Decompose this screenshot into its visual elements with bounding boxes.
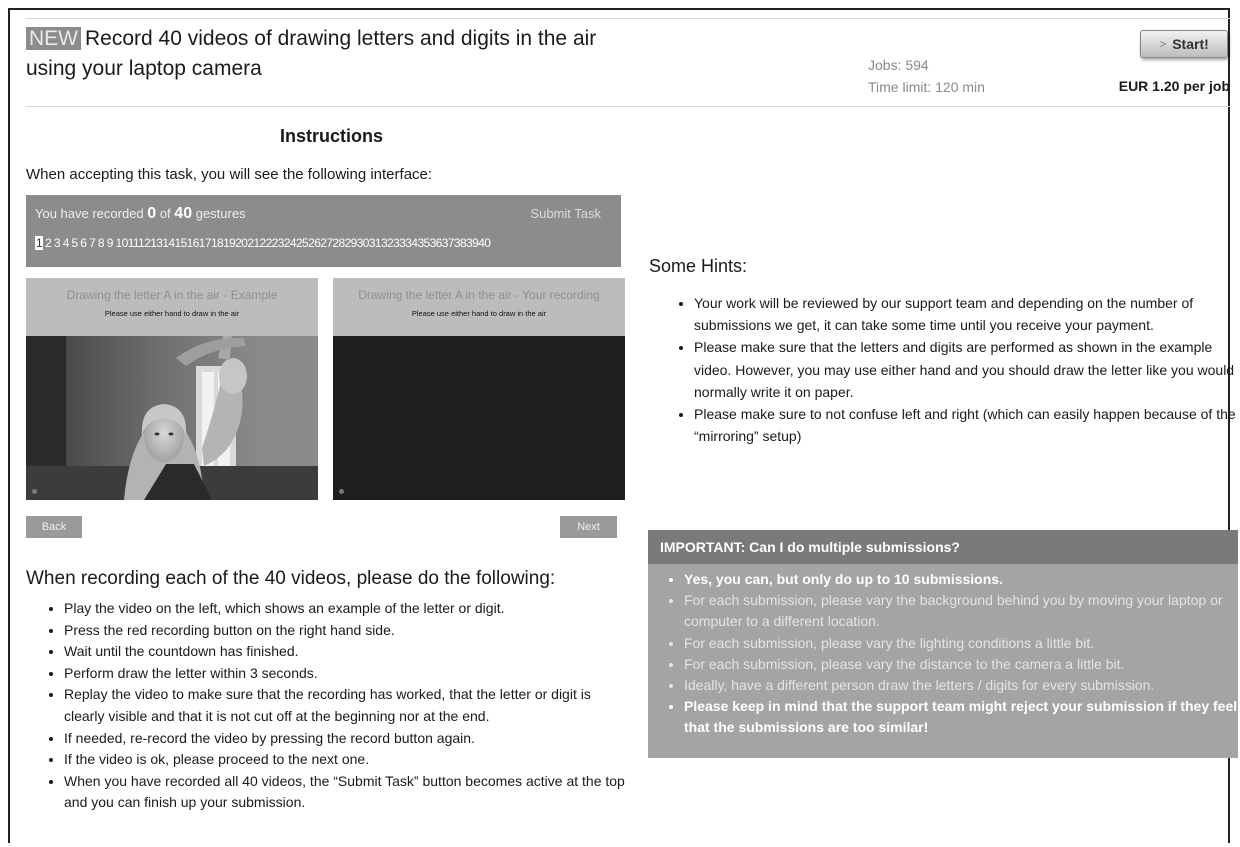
list-item: When you have recorded all 40 videos, th… bbox=[64, 771, 634, 814]
back-button[interactable]: Back bbox=[26, 516, 82, 538]
recording-panel-subtitle: Please use either hand to draw in the ai… bbox=[411, 309, 547, 318]
list-item: For each submission, please vary the lig… bbox=[684, 633, 1240, 654]
list-item: Perform draw the letter within 3 seconds… bbox=[64, 663, 634, 685]
task-meta: Jobs: 594 Time limit: 120 min bbox=[868, 54, 985, 98]
list-item: If the video is ok, please proceed to th… bbox=[64, 749, 634, 771]
start-button-label: Start! bbox=[1172, 36, 1209, 52]
hints-list: Your work will be reviewed by our suppor… bbox=[674, 292, 1240, 447]
recording-video-panel: Drawing the letter A in the air - Your r… bbox=[333, 278, 625, 500]
list-item: Press the red recording button on the ri… bbox=[64, 620, 634, 642]
count-suffix: gestures bbox=[195, 206, 246, 221]
list-item: Play the video on the left, which shows … bbox=[64, 598, 634, 620]
example-video-frame bbox=[26, 336, 318, 500]
count-value: 0 bbox=[147, 205, 157, 222]
recording-heading: When recording each of the 40 videos, pl… bbox=[26, 568, 556, 589]
gesture-progress-bar: You have recorded 0 of 40 gestures Submi… bbox=[26, 195, 621, 267]
record-indicator-icon bbox=[339, 489, 344, 494]
example-panel-title: Drawing the letter A in the air - Exampl… bbox=[66, 288, 278, 302]
new-badge: NEW bbox=[26, 27, 81, 50]
top-divider bbox=[26, 18, 1230, 19]
gesture-count: You have recorded 0 of 40 gestures bbox=[35, 205, 246, 223]
recording-panel-title: Drawing the letter A in the air - Your r… bbox=[358, 288, 600, 302]
list-item: Please keep in mind that the support tea… bbox=[684, 696, 1240, 738]
gesture-number-list[interactable]: 12 3 4 5 6 7 8 9 10111213141516171819202… bbox=[35, 236, 491, 250]
example-panel-subtitle: Please use either hand to draw in the ai… bbox=[104, 309, 240, 318]
count-prefix: You have recorded bbox=[35, 206, 144, 221]
recording-steps: Play the video on the left, which shows … bbox=[44, 598, 634, 814]
instructions-heading: Instructions bbox=[280, 126, 384, 146]
start-button[interactable]: > Start! bbox=[1140, 30, 1228, 58]
count-total: 40 bbox=[174, 205, 193, 222]
example-video[interactable] bbox=[26, 336, 318, 500]
price-per-job: EUR 1.20 per job bbox=[1118, 78, 1230, 94]
task-title-text: Record 40 videos of drawing letters and … bbox=[26, 27, 597, 80]
submit-task-button[interactable]: Submit Task bbox=[530, 206, 601, 221]
arrow-right-icon: > bbox=[1159, 37, 1167, 51]
list-item: Ideally, have a different person draw th… bbox=[684, 675, 1240, 696]
gesture-numbers[interactable]: 2 3 4 5 6 7 8 9 101112131415161718192021… bbox=[45, 236, 491, 250]
example-video-panel: Drawing the letter A in the air - Exampl… bbox=[26, 278, 318, 500]
instructions-intro: When accepting this task, you will see t… bbox=[26, 166, 433, 183]
task-title: NEW Record 40 videos of drawing letters a… bbox=[26, 24, 636, 84]
list-item: If needed, re-record the video by pressi… bbox=[64, 728, 634, 750]
video-indicator-icon bbox=[32, 489, 37, 494]
next-button[interactable]: Next bbox=[560, 516, 617, 538]
hints-heading: Some Hints: bbox=[649, 256, 748, 276]
recording-video[interactable] bbox=[333, 336, 625, 500]
count-mid: of bbox=[159, 206, 171, 221]
recording-panel-caption: Drawing the letter A in the air - Your r… bbox=[333, 278, 625, 336]
important-list: Yes, you can, but only do up to 10 submi… bbox=[670, 569, 1240, 739]
list-item: Please make sure to not confuse left and… bbox=[694, 403, 1240, 447]
example-panel-caption: Drawing the letter A in the air - Exampl… bbox=[26, 278, 318, 336]
list-item: For each submission, please vary the dis… bbox=[684, 654, 1240, 675]
gesture-number-selected[interactable]: 1 bbox=[35, 236, 44, 250]
jobs-count: Jobs: 594 bbox=[868, 57, 929, 73]
important-box: IMPORTANT: Can I do multiple submissions… bbox=[648, 530, 1238, 758]
list-item: For each submission, please vary the bac… bbox=[684, 590, 1240, 632]
list-item: Wait until the countdown has finished. bbox=[64, 641, 634, 663]
time-limit: Time limit: 120 min bbox=[868, 79, 985, 95]
list-item: Please make sure that the letters and di… bbox=[694, 336, 1240, 403]
list-item: Yes, you can, but only do up to 10 submi… bbox=[684, 569, 1240, 590]
list-item: Replay the video to make sure that the r… bbox=[64, 684, 634, 727]
header-divider bbox=[26, 106, 1230, 107]
list-item: Your work will be reviewed by our suppor… bbox=[694, 292, 1240, 336]
important-heading: IMPORTANT: Can I do multiple submissions… bbox=[648, 530, 1238, 564]
